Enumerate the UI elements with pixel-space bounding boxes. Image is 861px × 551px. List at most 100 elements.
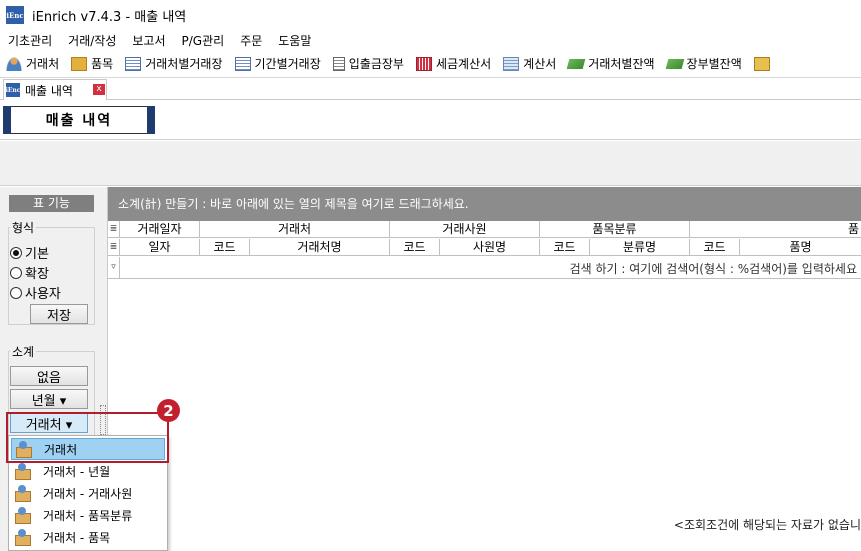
- subtotal-yearmonth-dropdown[interactable]: 년월 ▾: [10, 389, 88, 409]
- filter-area: [0, 141, 861, 186]
- col-header-category-group[interactable]: 품목분류: [540, 221, 690, 238]
- radio-unchecked-icon: [10, 286, 22, 299]
- radio-label: 기본: [25, 247, 49, 262]
- col-header-staff-code[interactable]: 코드: [390, 239, 440, 256]
- sales-grid: 소계(計) 만들기 : 바로 아래에 있는 열의 제목을 여기로 드래그하세요.…: [108, 187, 861, 551]
- toolbar: 거래처 품목 거래처별거래장 기간별거래장 입출금장부 세금계산서 계산서 거래…: [0, 50, 861, 78]
- radio-unchecked-icon: [10, 266, 22, 279]
- dropdown-item-client-yearmonth[interactable]: 거래처 - 년월: [11, 460, 165, 482]
- header-row-sub: ≣ 일자 코드 거래처명 코드 사원명 코드 분류명 코드 품명: [108, 239, 861, 256]
- toolbar-client-button[interactable]: 거래처: [0, 52, 65, 76]
- col-header-client-code[interactable]: 코드: [200, 239, 250, 256]
- dropdown-item-label: 거래처 - 년월: [43, 464, 111, 479]
- col-header-staff-name[interactable]: 사원명: [440, 239, 540, 256]
- radio-basic[interactable]: 기본: [10, 243, 49, 262]
- menu-report[interactable]: 보고서: [124, 32, 173, 49]
- dropdown-item-label: 거래처 - 품목분류: [43, 508, 133, 523]
- dropdown-item-client-staff[interactable]: 거래처 - 거래사원: [11, 482, 165, 504]
- save-button[interactable]: 저장: [30, 304, 88, 324]
- radio-label: 사용자: [25, 287, 61, 302]
- toolbar-label: 계산서: [523, 57, 557, 71]
- menu-order[interactable]: 주문: [232, 32, 270, 49]
- filter-row[interactable]: ▿ 검색 하기 : 여기에 검색어(형식 : %검색어)를 입력하세요: [108, 257, 861, 279]
- menu-basic[interactable]: 기초관리: [0, 32, 60, 49]
- radio-label: 확장: [25, 267, 49, 282]
- client-icon: [15, 463, 31, 480]
- filter-hint: 검색 하기 : 여기에 검색어(형식 : %검색어)를 입력하세요: [569, 262, 857, 276]
- list-icon: [125, 56, 142, 71]
- radio-checked-icon: [10, 246, 22, 259]
- col-header-category-name[interactable]: 분류명: [590, 239, 690, 256]
- menu-transaction[interactable]: 거래/작성: [60, 32, 124, 49]
- tab-label: 매출 내역: [25, 83, 73, 98]
- client-icon: [15, 507, 31, 524]
- app-logo-icon: iEnc: [6, 83, 20, 97]
- toolbar-more-button[interactable]: [748, 52, 780, 76]
- toolbar-label: 거래처별잔액: [588, 57, 655, 71]
- panel-header: 표 기능: [9, 195, 94, 212]
- grid-menu-icon[interactable]: ≣: [108, 221, 120, 238]
- col-header-item-group[interactable]: 품: [690, 221, 861, 238]
- menu-pg[interactable]: P/G관리: [174, 32, 233, 49]
- tab-sales-history[interactable]: iEnc 매출 내역 x: [3, 79, 107, 100]
- radio-extended[interactable]: 확장: [10, 263, 49, 282]
- filter-icon[interactable]: ▿: [108, 257, 120, 279]
- col-header-category-code[interactable]: 코드: [540, 239, 590, 256]
- page-title: 매출 내역: [3, 106, 155, 134]
- col-header-date[interactable]: 일자: [120, 239, 200, 256]
- toolbar-label: 거래처별거래장: [145, 57, 223, 71]
- toolbar-bill-button[interactable]: 계산서: [497, 52, 562, 76]
- toolbar-cashbook-button[interactable]: 입출금장부: [327, 52, 410, 76]
- app-logo-icon: iEnc: [6, 6, 24, 24]
- col-header-staff-group[interactable]: 거래사원: [390, 221, 540, 238]
- dropdown-item-client-category[interactable]: 거래처 - 품목분류: [11, 504, 165, 526]
- client-icon: [15, 485, 31, 502]
- window-title: iEnrich v7.4.3 - 매출 내역: [32, 9, 187, 25]
- step-badge: 2: [157, 399, 180, 422]
- toolbar-item-button[interactable]: 품목: [65, 52, 119, 76]
- dropdown-item-label: 거래처 - 품목: [43, 530, 111, 545]
- money-icon: [665, 58, 684, 69]
- page-header: 매출 내역: [0, 100, 861, 140]
- toolbar-label: 입출금장부: [348, 57, 404, 71]
- document-tab-bar: iEnc 매출 내역 x: [0, 78, 861, 100]
- toolbar-period-ledger-button[interactable]: 기간별거래장: [229, 52, 327, 76]
- col-header-client-group[interactable]: 거래처: [200, 221, 390, 238]
- col-header-item-code[interactable]: 코드: [690, 239, 740, 256]
- col-header-item-name[interactable]: 품명: [740, 239, 861, 256]
- format-group-label: 형식: [10, 219, 37, 236]
- invoice-icon: [415, 56, 432, 71]
- toolbar-label: 품목: [91, 57, 114, 71]
- list-icon: [234, 56, 251, 71]
- subtotal-group-label: 소계: [10, 343, 37, 360]
- dropdown-item-client-item[interactable]: 거래처 - 품목: [11, 526, 165, 548]
- toolbar-book-balance-button[interactable]: 장부별잔액: [661, 52, 748, 76]
- toolbar-tax-invoice-button[interactable]: 세금계산서: [410, 52, 497, 76]
- ledger-icon: [332, 56, 345, 71]
- user-icon: [6, 56, 22, 71]
- toolbar-label: 거래처: [26, 57, 60, 71]
- client-icon: [15, 529, 31, 546]
- group-by-bar[interactable]: 소계(計) 만들기 : 바로 아래에 있는 열의 제목을 여기로 드래그하세요.: [108, 187, 861, 221]
- box-icon: [71, 56, 88, 71]
- toolbar-label: 세금계산서: [435, 57, 492, 71]
- radio-custom[interactable]: 사용자: [10, 283, 61, 302]
- toolbar-client-ledger-button[interactable]: 거래처별거래장: [119, 52, 228, 76]
- calc-icon: [503, 56, 520, 71]
- subtotal-none-button[interactable]: 없음: [10, 366, 88, 386]
- menu-bar: 기초관리 거래/작성 보고서 P/G관리 주문 도움말: [0, 30, 861, 50]
- toolbar-label: 장부별잔액: [686, 57, 742, 71]
- title-bar: iEnc iEnrich v7.4.3 - 매출 내역: [0, 0, 861, 30]
- cube-icon: [753, 56, 770, 71]
- toolbar-label: 기간별거래장: [254, 57, 321, 71]
- toolbar-client-balance-button[interactable]: 거래처별잔액: [562, 52, 660, 76]
- close-icon[interactable]: x: [93, 84, 105, 95]
- menu-help[interactable]: 도움말: [270, 32, 319, 49]
- header-row-top: ≣ 거래일자 거래처 거래사원 품목분류 품: [108, 221, 861, 238]
- money-icon: [566, 58, 586, 69]
- col-header-date-group[interactable]: 거래일자: [120, 221, 200, 238]
- col-header-client-name[interactable]: 거래처명: [250, 239, 390, 256]
- empty-result-message: <조회조건에 해당되는 자료가 없습니: [673, 518, 861, 532]
- dropdown-item-label: 거래처 - 거래사원: [43, 486, 133, 501]
- grid-menu-icon[interactable]: ≣: [108, 239, 120, 256]
